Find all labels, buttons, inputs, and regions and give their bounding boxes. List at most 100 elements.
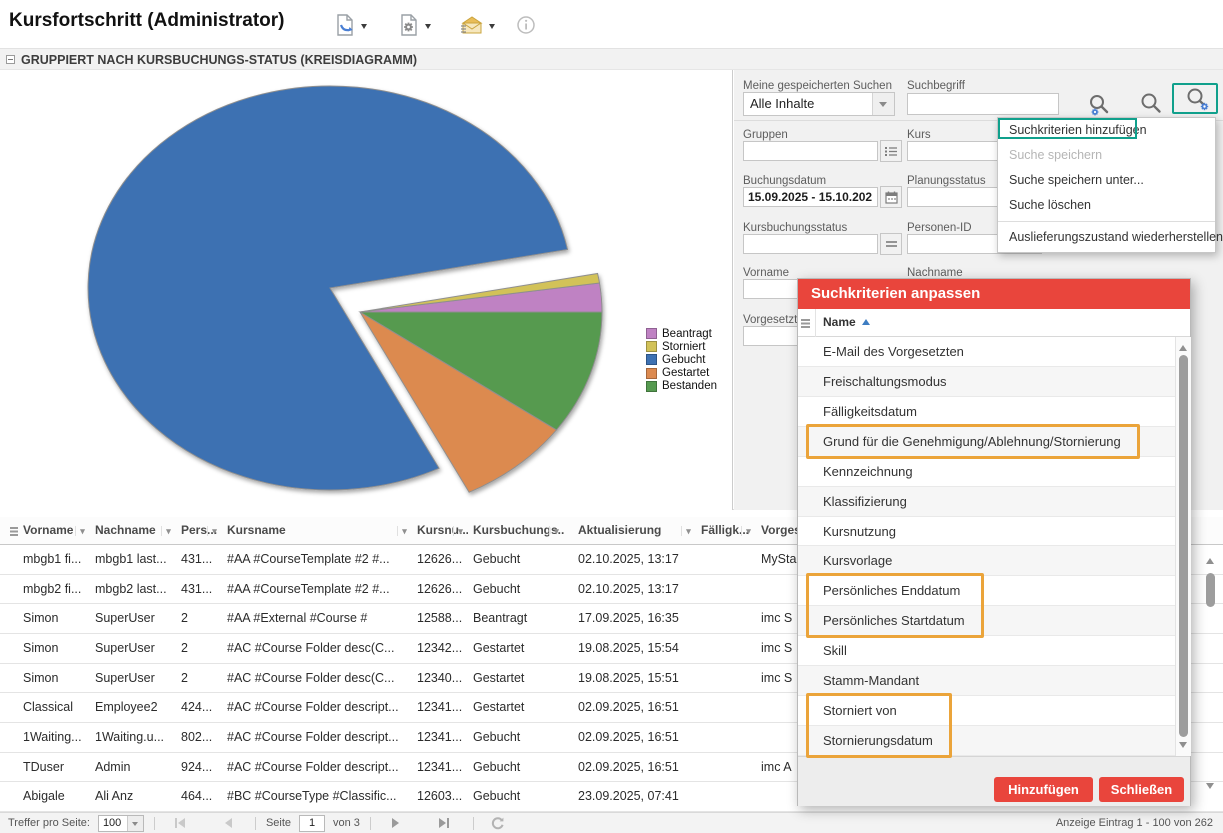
column-header-kursbuchungs[interactable]: Kursbuchungs...▾ (468, 517, 564, 544)
field-label-kursbuchungsstatus: Kursbuchungsstatus (743, 222, 847, 234)
criteria-item-klassifizierung[interactable]: Klassifizierung (798, 487, 1175, 517)
scroll-down-icon[interactable] (1206, 783, 1214, 793)
table-menu-icon[interactable] (0, 517, 18, 544)
legend-item-gebucht: Gebucht (646, 353, 717, 366)
filter-icon[interactable]: ▾ (397, 526, 411, 536)
chart-legend: BeantragtStorniertGebuchtGestartetBestan… (646, 327, 717, 393)
legend-swatch (646, 368, 657, 379)
criteria-item-kursnutzung[interactable]: Kursnutzung (798, 517, 1175, 547)
menu-item-auslieferungszustand-wiederherstellen[interactable]: Auslieferungszustand wiederherstellen (998, 225, 1215, 250)
criteria-label: Fälligkeitsdatum (823, 404, 917, 419)
column-header-kursname[interactable]: Kursname▾ (222, 517, 412, 544)
search-term-input[interactable] (907, 93, 1059, 115)
filter-icon[interactable]: ▾ (207, 526, 221, 536)
filter-icon[interactable]: ▾ (681, 526, 695, 536)
scrollbar-thumb[interactable] (1179, 355, 1188, 737)
criteria-item-e-mail-des-vorgesetzten[interactable]: E-Mail des Vorgesetzten (798, 337, 1175, 367)
search-settings-icon[interactable] (1086, 92, 1112, 118)
table-cell: 924... (176, 753, 222, 782)
search-term-label: Suchbegriff (907, 80, 965, 92)
criteria-label: Skill (823, 643, 847, 658)
criteria-item-grund-für-die-genehmigung-ablehnung-stornierung[interactable]: Grund für die Genehmigung/Ablehnung/Stor… (798, 427, 1175, 457)
table-cell: Gebucht (468, 753, 564, 782)
filter-icon[interactable]: ▾ (453, 526, 467, 536)
table-scrollbar[interactable] (1202, 549, 1218, 801)
table-cell: mbgb2 last... (90, 575, 176, 604)
filter-icon[interactable]: ▾ (75, 526, 89, 536)
table-cell: Employee2 (90, 693, 176, 722)
table-cell: Admin (90, 753, 176, 782)
collapse-icon[interactable] (6, 55, 15, 64)
field-label-gruppen: Gruppen (743, 129, 788, 141)
refresh-icon[interactable] (490, 816, 505, 831)
legend-label: Beantragt (662, 328, 712, 340)
export-menu-caret[interactable] (361, 24, 367, 32)
scroll-up-icon[interactable] (1179, 341, 1187, 351)
criteria-item-kursvorlage[interactable]: Kursvorlage (798, 546, 1175, 576)
criteria-item-persönliches-startdatum[interactable]: Persönliches Startdatum (798, 606, 1175, 636)
column-header-pers[interactable]: Pers...▾ (176, 517, 222, 544)
last-page-icon[interactable] (437, 817, 451, 829)
menu-item-suchkriterien-hinzufügen[interactable]: Suchkriterien hinzufügen (998, 118, 1215, 143)
equals-icon[interactable] (880, 233, 902, 255)
table-cell: #AC #Course Folder desc(C... (222, 634, 412, 663)
criteria-item-stornierungsdatum[interactable]: Stornierungsdatum (798, 726, 1175, 756)
modal-scrollbar[interactable] (1175, 337, 1191, 756)
list-icon[interactable] (880, 140, 902, 162)
criteria-item-stamm-mandant[interactable]: Stamm-Mandant (798, 666, 1175, 696)
table-cell: Ali Anz (90, 782, 176, 811)
criteria-item-persönliches-enddatum[interactable]: Persönliches Enddatum (798, 576, 1175, 606)
scroll-up-icon[interactable] (1206, 554, 1214, 564)
add-button[interactable]: Hinzufügen (994, 777, 1093, 802)
row-gutter (0, 575, 18, 604)
per-page-value: 100 (99, 816, 127, 831)
menu-item-suche-löschen[interactable]: Suche löschen (998, 193, 1215, 218)
column-header-kursnu[interactable]: Kursnu...▾ (412, 517, 468, 544)
document-settings-menu-caret[interactable] (425, 24, 431, 32)
table-cell: 431... (176, 575, 222, 604)
criteria-item-fälligkeitsdatum[interactable]: Fälligkeitsdatum (798, 397, 1175, 427)
next-page-icon[interactable] (391, 817, 401, 829)
app-root: Kursfortschritt (Administrator) (0, 0, 1223, 833)
page-number-input[interactable] (299, 815, 325, 832)
criteria-item-kennzeichnung[interactable]: Kennzeichnung (798, 457, 1175, 487)
column-header-fälligk[interactable]: Fälligk...▾ (696, 517, 756, 544)
criteria-item-skill[interactable]: Skill (798, 636, 1175, 666)
gruppen-input[interactable] (743, 141, 878, 161)
info-icon[interactable] (516, 15, 540, 39)
document-settings-icon[interactable] (397, 13, 421, 37)
filter-icon[interactable]: ▾ (741, 526, 755, 536)
buchungsdatum-input[interactable] (743, 187, 878, 207)
calendar-icon[interactable] (880, 186, 902, 208)
table-cell (696, 723, 756, 752)
drag-handle-icon[interactable] (798, 309, 816, 337)
column-header-vorname[interactable]: Vorname▾ (18, 517, 90, 544)
table-cell: SuperUser (90, 604, 176, 633)
close-button[interactable]: Schließen (1099, 777, 1184, 802)
chevron-down-icon[interactable] (127, 816, 143, 831)
criteria-item-storniert-von[interactable]: Storniert von (798, 696, 1175, 726)
export-icon[interactable] (333, 13, 357, 37)
filter-icon[interactable]: ▾ (161, 526, 175, 536)
criteria-label: Storniert von (823, 703, 897, 718)
saved-searches-select[interactable]: Alle Inhalte (743, 92, 895, 116)
criteria-item-freischaltungsmodus[interactable]: Freischaltungsmodus (798, 367, 1175, 397)
per-page-select[interactable]: 100 (98, 815, 144, 832)
column-header-aktualisierung[interactable]: Aktualisierung▾ (564, 517, 696, 544)
table-cell (696, 545, 756, 574)
column-header-nachname[interactable]: Nachname▾ (90, 517, 176, 544)
mail-icon[interactable] (459, 13, 483, 37)
kursbuchungsstatus-input[interactable] (743, 234, 878, 254)
legend-label: Gestartet (662, 367, 709, 379)
menu-item-suche-speichern-unter[interactable]: Suche speichern unter... (998, 168, 1215, 193)
filter-icon[interactable]: ▾ (549, 526, 563, 536)
saved-searches-value: Alle Inhalte (744, 93, 872, 115)
legend-item-gestartet: Gestartet (646, 367, 717, 380)
name-column-header[interactable]: Name (823, 315, 870, 329)
search-icon[interactable] (1138, 91, 1164, 117)
table-cell (696, 693, 756, 722)
chevron-down-icon[interactable] (872, 93, 894, 115)
mail-menu-caret[interactable] (489, 24, 495, 32)
scrollbar-thumb[interactable] (1206, 573, 1215, 607)
scroll-down-icon[interactable] (1179, 742, 1187, 752)
